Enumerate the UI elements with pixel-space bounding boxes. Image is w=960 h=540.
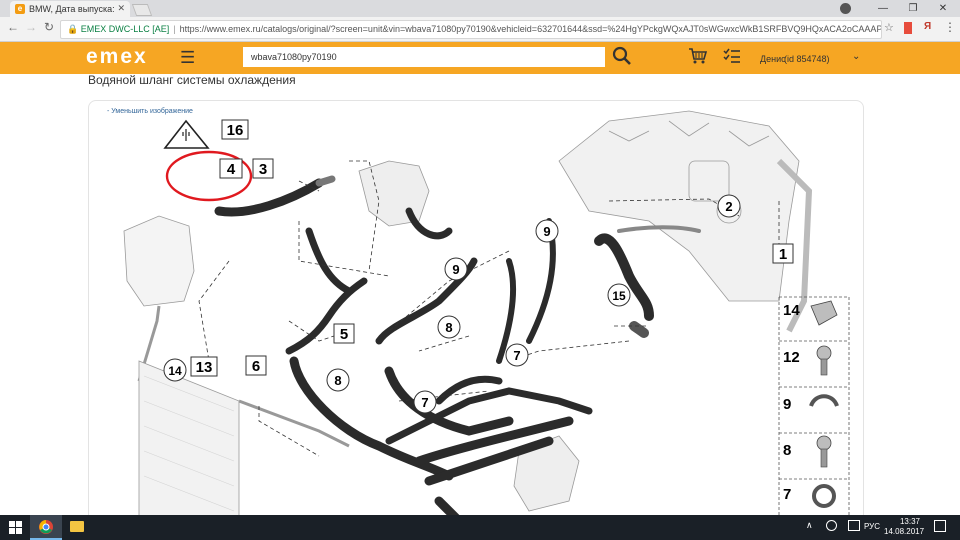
callout-3[interactable]: 3: [252, 158, 274, 179]
svg-text:7: 7: [421, 395, 428, 410]
yandex-extension-icon[interactable]: Я: [924, 21, 931, 32]
forward-arrow-icon[interactable]: →: [24, 20, 38, 34]
diagram-panel: 16 4 3 2 1 9 9 15 5 8 7 6 14 13 8 7 14 1…: [88, 100, 864, 532]
callout-7[interactable]: 7: [505, 343, 529, 367]
svg-text:8: 8: [445, 320, 452, 335]
site-badge: EMEX DWC-LLC [AE]: [80, 24, 170, 34]
callout-1[interactable]: 1: [772, 243, 794, 264]
profile-icon[interactable]: [840, 3, 851, 14]
callout-13[interactable]: 13: [190, 356, 218, 377]
svg-text:9: 9: [543, 224, 550, 239]
bookmark-star-icon[interactable]: ☆: [884, 21, 894, 34]
svg-text:14: 14: [168, 364, 182, 378]
callout-7[interactable]: 7: [413, 390, 437, 414]
svg-text:9: 9: [783, 396, 791, 413]
hamburger-menu-icon[interactable]: ☰: [180, 48, 195, 68]
extension-flag-icon[interactable]: [904, 22, 912, 34]
chrome-icon: [39, 520, 53, 534]
language-indicator[interactable]: РУС: [864, 522, 880, 531]
url-separator: |: [173, 24, 176, 34]
tab-close-icon[interactable]: ✕: [117, 3, 125, 14]
legend-item-9[interactable]: 9: [783, 394, 839, 413]
parts-diagram: 16 4 3 2 1 9 9 15 5 8 7 6 14 13 8 7 14 1…: [123, 110, 850, 531]
svg-text:3: 3: [259, 161, 267, 178]
warning-triangle-icon: [163, 119, 210, 149]
legend-item-12[interactable]: 12: [783, 345, 832, 376]
svg-text:8: 8: [783, 442, 791, 459]
callout-15[interactable]: 15: [607, 283, 631, 307]
svg-text:14: 14: [783, 302, 800, 319]
callout-16[interactable]: 16: [221, 119, 249, 140]
chevron-up-icon[interactable]: ∧: [806, 520, 813, 531]
svg-text:7: 7: [783, 486, 791, 503]
callout-2[interactable]: 2: [717, 194, 741, 218]
svg-text:7: 7: [513, 348, 520, 363]
svg-text:4: 4: [227, 161, 236, 178]
callout-5[interactable]: 5: [333, 323, 355, 344]
lock-icon: 🔒: [67, 24, 79, 34]
emex-favicon-icon: e: [15, 4, 25, 14]
address-bar[interactable]: 🔒 EMEX DWC-LLC [AE] | https://www.emex.ru/…: [60, 20, 882, 39]
network-icon[interactable]: [848, 520, 860, 531]
notifications-icon[interactable]: [934, 520, 946, 532]
emex-logo[interactable]: emex: [86, 45, 148, 69]
clock-date[interactable]: 14.08.2017: [884, 527, 924, 536]
engine-block-drawing: [558, 110, 813, 333]
taskbar-chrome-button[interactable]: [30, 515, 62, 540]
chevron-down-icon[interactable]: ⌄: [852, 51, 860, 62]
shrink-image-link[interactable]: - Уменьшить изображение: [107, 108, 193, 115]
svg-text:9: 9: [452, 262, 459, 277]
hoses-drawing: [214, 175, 701, 531]
expansion-tank-drawing: [123, 215, 195, 382]
windows-taskbar: [0, 515, 960, 540]
callout-6[interactable]: 6: [245, 355, 267, 376]
url-text: https://www.emex.ru/catalogs/original/?s…: [179, 24, 882, 34]
vin-search-input[interactable]: [243, 47, 605, 67]
search-icon[interactable]: [612, 46, 632, 66]
callout-4[interactable]: 4: [219, 158, 243, 179]
tab-title: BMW, Дата выпуска: г.: [29, 4, 117, 14]
legend-item-7[interactable]: 7: [783, 484, 836, 508]
user-id[interactable]: (id 854748): [784, 54, 830, 64]
callout-8[interactable]: 8: [326, 368, 350, 392]
callout-14[interactable]: 14: [163, 358, 187, 382]
svg-text:13: 13: [196, 359, 213, 376]
user-name[interactable]: Денис: [760, 54, 786, 64]
radiator-drawing: [138, 360, 350, 531]
clock-time[interactable]: 13:37: [895, 517, 925, 526]
svg-text:2: 2: [725, 199, 732, 214]
cart-icon[interactable]: [688, 47, 708, 65]
callout-8[interactable]: 8: [437, 315, 461, 339]
sync-icon[interactable]: [826, 520, 837, 531]
svg-text:12: 12: [783, 349, 800, 366]
back-arrow-icon[interactable]: ←: [6, 20, 20, 34]
order-list-icon[interactable]: [723, 47, 741, 65]
callout-9[interactable]: 9: [444, 257, 468, 281]
windows-start-icon[interactable]: [9, 521, 22, 534]
reload-icon[interactable]: ↻: [42, 20, 56, 34]
svg-text:16: 16: [227, 122, 244, 139]
svg-text:5: 5: [340, 326, 348, 343]
browser-tab[interactable]: e BMW, Дата выпуска: г. ✕: [10, 1, 130, 17]
svg-text:1: 1: [779, 246, 787, 263]
file-explorer-icon[interactable]: [70, 521, 84, 532]
svg-text:8: 8: [334, 373, 341, 388]
maximize-button[interactable]: ❐: [898, 2, 928, 15]
svg-text:15: 15: [612, 289, 626, 303]
page-title: Водяной шланг системы охлаждения: [88, 73, 296, 87]
legend-item-8[interactable]: 8: [783, 435, 832, 468]
callout-9[interactable]: 9: [535, 219, 559, 243]
close-window-button[interactable]: ✕: [928, 2, 958, 15]
minimize-button[interactable]: —: [868, 2, 898, 15]
svg-text:6: 6: [252, 358, 260, 375]
chrome-menu-icon[interactable]: ⋮: [944, 20, 956, 34]
